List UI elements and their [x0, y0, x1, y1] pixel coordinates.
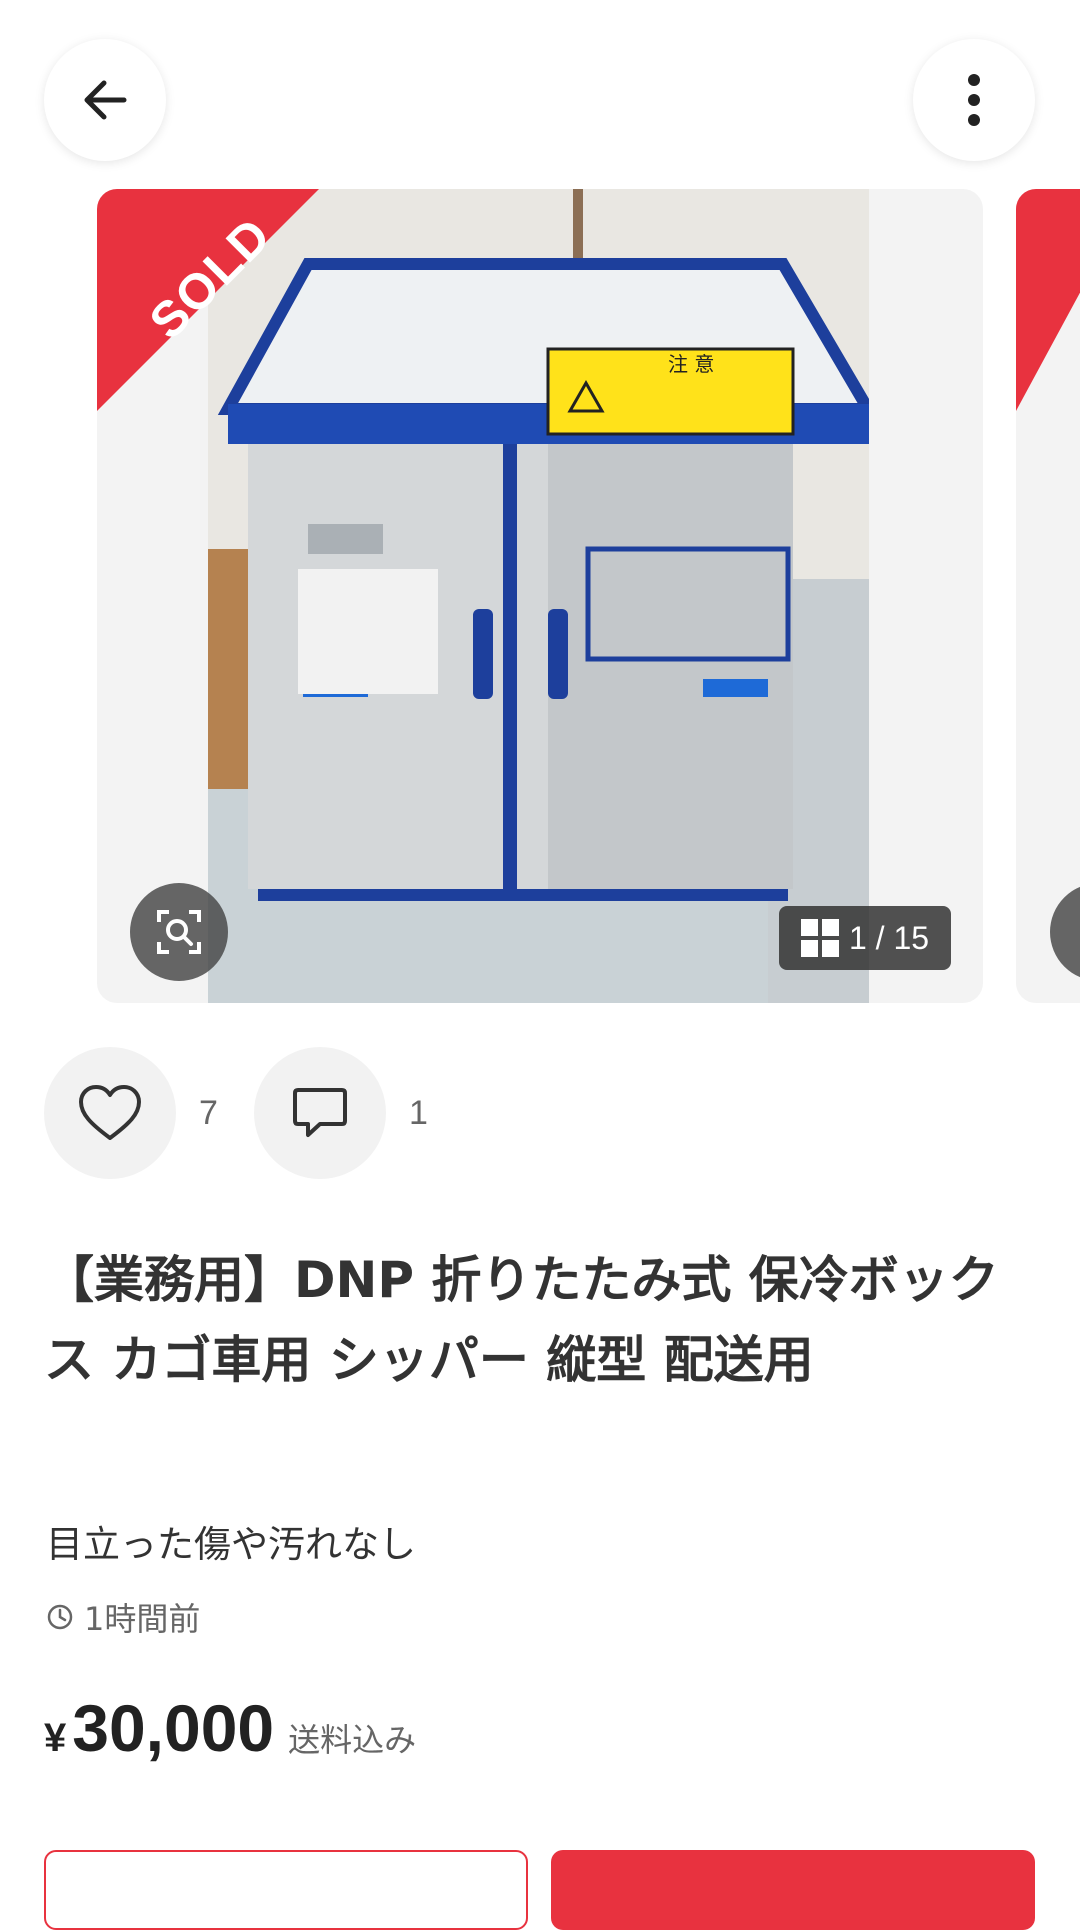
next-image-search-button[interactable]: [1050, 883, 1080, 981]
comment-count: 1: [409, 1094, 428, 1132]
product-photo: 注 意: [208, 189, 869, 1003]
image-carousel[interactable]: 注 意 SOLD 1 / 15: [0, 189, 1080, 1003]
next-image-slide[interactable]: [1016, 189, 1080, 1003]
price: ¥ 30,000 送料込み: [44, 1690, 416, 1766]
back-button[interactable]: [44, 39, 166, 161]
clock-icon: [47, 1604, 73, 1630]
next-sold-ribbon: [1016, 189, 1080, 411]
comment-icon: [293, 1088, 347, 1137]
heart-icon: [79, 1085, 141, 1140]
price-symbol: ¥: [44, 1716, 67, 1760]
more-options-button[interactable]: [913, 39, 1035, 161]
primary-action-button[interactable]: [551, 1850, 1035, 1930]
image-counter-text: 1 / 15: [848, 919, 930, 956]
grid-icon: [800, 919, 839, 957]
secondary-action-button[interactable]: [44, 1850, 528, 1930]
like-count: 7: [199, 1094, 218, 1132]
comment-button[interactable]: [254, 1047, 386, 1179]
arrow-left-icon: [84, 80, 127, 120]
price-value: 30,000: [72, 1691, 275, 1765]
posted-time-text: 1時間前: [84, 1600, 201, 1638]
like-button[interactable]: [44, 1047, 176, 1179]
more-vertical-icon: [968, 74, 980, 126]
image-search-button[interactable]: [130, 883, 228, 981]
item-title: 【業務用】DNP 折りたたみ式 保冷ボックス カゴ車用 シッパー 縦型 配送用: [44, 1251, 999, 1389]
product-image-slide[interactable]: 注 意 SOLD 1 / 15: [97, 189, 983, 1003]
posted-time: 1時間前: [46, 1594, 200, 1640]
item-condition: 目立った傷や汚れなし: [46, 1523, 416, 1566]
warning-label-text: 注 意: [668, 352, 714, 376]
shipping-label: 送料込み: [288, 1721, 417, 1759]
scan-search-icon: [157, 910, 201, 954]
image-counter[interactable]: 1 / 15: [779, 906, 951, 970]
